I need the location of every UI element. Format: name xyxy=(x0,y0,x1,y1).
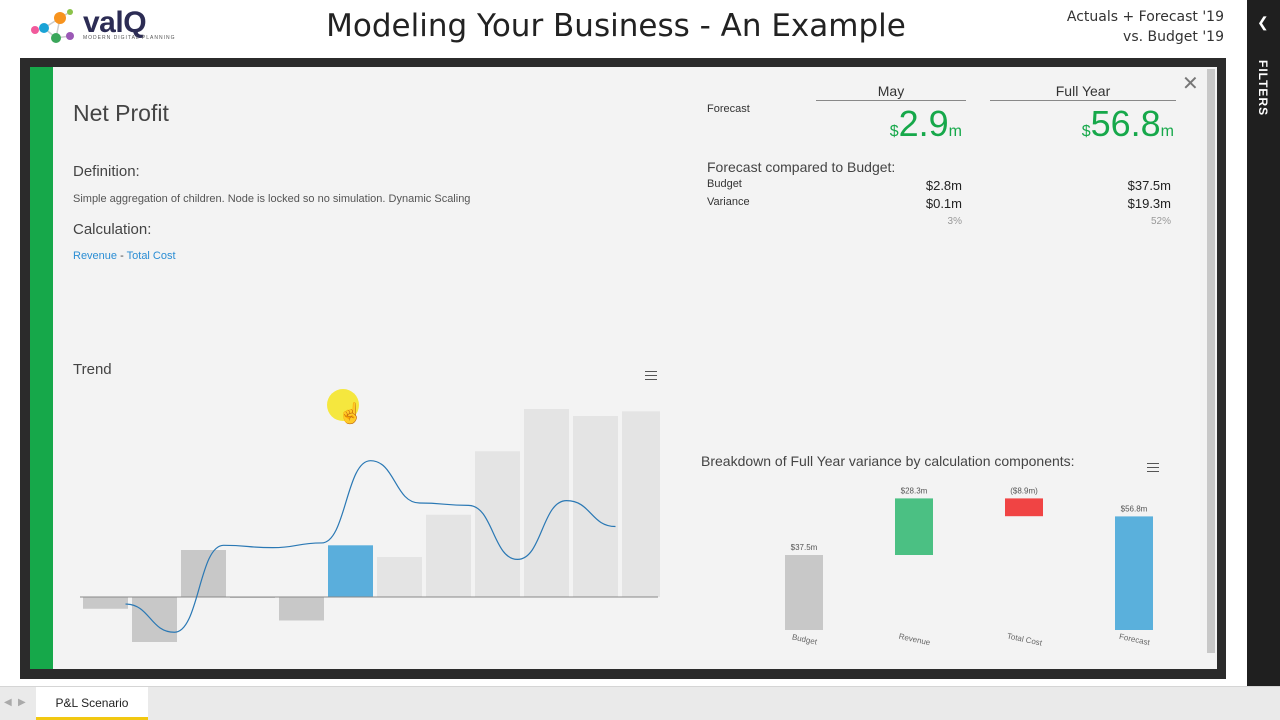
calculation-label: Calculation: xyxy=(73,221,152,238)
trend-bar xyxy=(377,557,422,597)
tab-pl-scenario[interactable]: P&L Scenario xyxy=(36,687,148,720)
status-bar xyxy=(30,67,53,669)
compare-label: Forecast compared to Budget: xyxy=(707,159,896,175)
page-title: Modeling Your Business - An Example xyxy=(326,8,906,44)
fy-variance-percent: 52% xyxy=(1150,216,1171,227)
waterfall-bar xyxy=(1005,498,1043,517)
may-variance-value: $0.1m xyxy=(925,196,962,211)
waterfall-category-label: Forecast xyxy=(1118,632,1151,647)
trend-bar xyxy=(132,597,177,642)
waterfall-data-label: $28.3m xyxy=(901,487,928,495)
trend-bar xyxy=(426,514,471,597)
node-title: Net Profit xyxy=(73,100,169,126)
formula-link-revenue[interactable]: Revenue xyxy=(73,250,117,262)
fy-forecast-currency: $ xyxy=(1081,123,1091,140)
waterfall-bar xyxy=(1115,516,1153,630)
waterfall-bar xyxy=(785,555,823,630)
variance-label: Variance xyxy=(707,196,750,208)
trend-bar xyxy=(279,597,324,621)
waterfall-bar xyxy=(895,498,933,555)
fy-variance-value: $19.3m xyxy=(1127,196,1171,211)
subtitle-line-1: Actuals + Forecast '19 xyxy=(1066,9,1224,25)
trend-chart xyxy=(80,409,660,642)
waterfall-category-label: Revenue xyxy=(898,632,932,648)
may-variance-percent: 3% xyxy=(947,216,962,227)
breakdown-menu-icon[interactable] xyxy=(1147,463,1159,473)
trend-bar xyxy=(573,416,618,597)
may-forecast-value: $2.9m xyxy=(816,103,962,145)
waterfall-data-label: $37.5m xyxy=(791,543,818,552)
tab-next-icon[interactable]: ▶ xyxy=(18,697,26,708)
tab-prev-icon[interactable]: ◀ xyxy=(4,697,12,708)
column-header-full-year: Full Year xyxy=(990,83,1176,101)
scrollbar[interactable] xyxy=(1207,69,1215,653)
trend-label: Trend xyxy=(73,361,112,378)
waterfall-category-label: Total Cost xyxy=(1006,631,1043,647)
trend-bar xyxy=(83,597,128,609)
waterfall-category-label: Budget xyxy=(791,633,818,647)
close-button[interactable]: ✕ xyxy=(1182,74,1199,94)
header-subtitle: Actuals + Forecast '19 vs. Budget '19 xyxy=(1067,7,1224,47)
waterfall-data-label: ($8.9m) xyxy=(1010,487,1038,495)
fy-budget-value: $37.5m xyxy=(1127,178,1171,193)
trend-bar xyxy=(524,409,569,597)
node-details-popup: ✕ Net Profit Definition: Simple aggregat… xyxy=(30,67,1217,669)
page-tabs-bar: ◀ ▶ P&L Scenario xyxy=(0,686,1280,720)
forecast-label: Forecast xyxy=(707,103,750,115)
may-budget-value: $2.8m xyxy=(925,178,962,193)
definition-label: Definition: xyxy=(73,163,140,180)
formula-operator: - xyxy=(120,250,124,262)
page: valQ MODERN DIGITAL PLANNING Modeling Yo… xyxy=(0,0,1280,720)
breakdown-waterfall-chart: $37.5m Budget $28.3m Revenue ($8.9m) Total Co… xyxy=(785,487,1153,648)
filters-label: FILTERS xyxy=(1256,60,1270,117)
filters-pane[interactable]: ❮ FILTERS xyxy=(1247,0,1280,686)
chevron-left-icon[interactable]: ❮ xyxy=(1257,14,1269,30)
trend-bar xyxy=(328,545,373,597)
may-forecast-number: 2.9 xyxy=(898,103,949,144)
may-forecast-unit: m xyxy=(948,123,962,140)
fy-forecast-number: 56.8 xyxy=(1090,103,1161,144)
fy-forecast-value: $56.8m xyxy=(990,103,1174,145)
formula-link-total-cost[interactable]: Total Cost xyxy=(127,250,176,262)
subtitle-line-2: vs. Budget '19 xyxy=(1123,29,1224,45)
fy-forecast-unit: m xyxy=(1160,123,1174,140)
trend-bar xyxy=(475,451,520,597)
definition-text: Simple aggregation of children. Node is … xyxy=(73,193,471,205)
may-forecast-currency: $ xyxy=(889,123,899,140)
breakdown-label: Breakdown of Full Year variance by calcu… xyxy=(701,453,1075,469)
trend-bar xyxy=(622,411,660,597)
calculation-formula: Revenue - Total Cost xyxy=(73,250,176,262)
trend-menu-icon[interactable] xyxy=(645,371,657,381)
waterfall-data-label: $56.8m xyxy=(1121,504,1148,513)
hand-cursor-icon: ☝ xyxy=(338,403,363,425)
budget-label: Budget xyxy=(707,178,742,190)
column-header-may: May xyxy=(816,83,966,101)
